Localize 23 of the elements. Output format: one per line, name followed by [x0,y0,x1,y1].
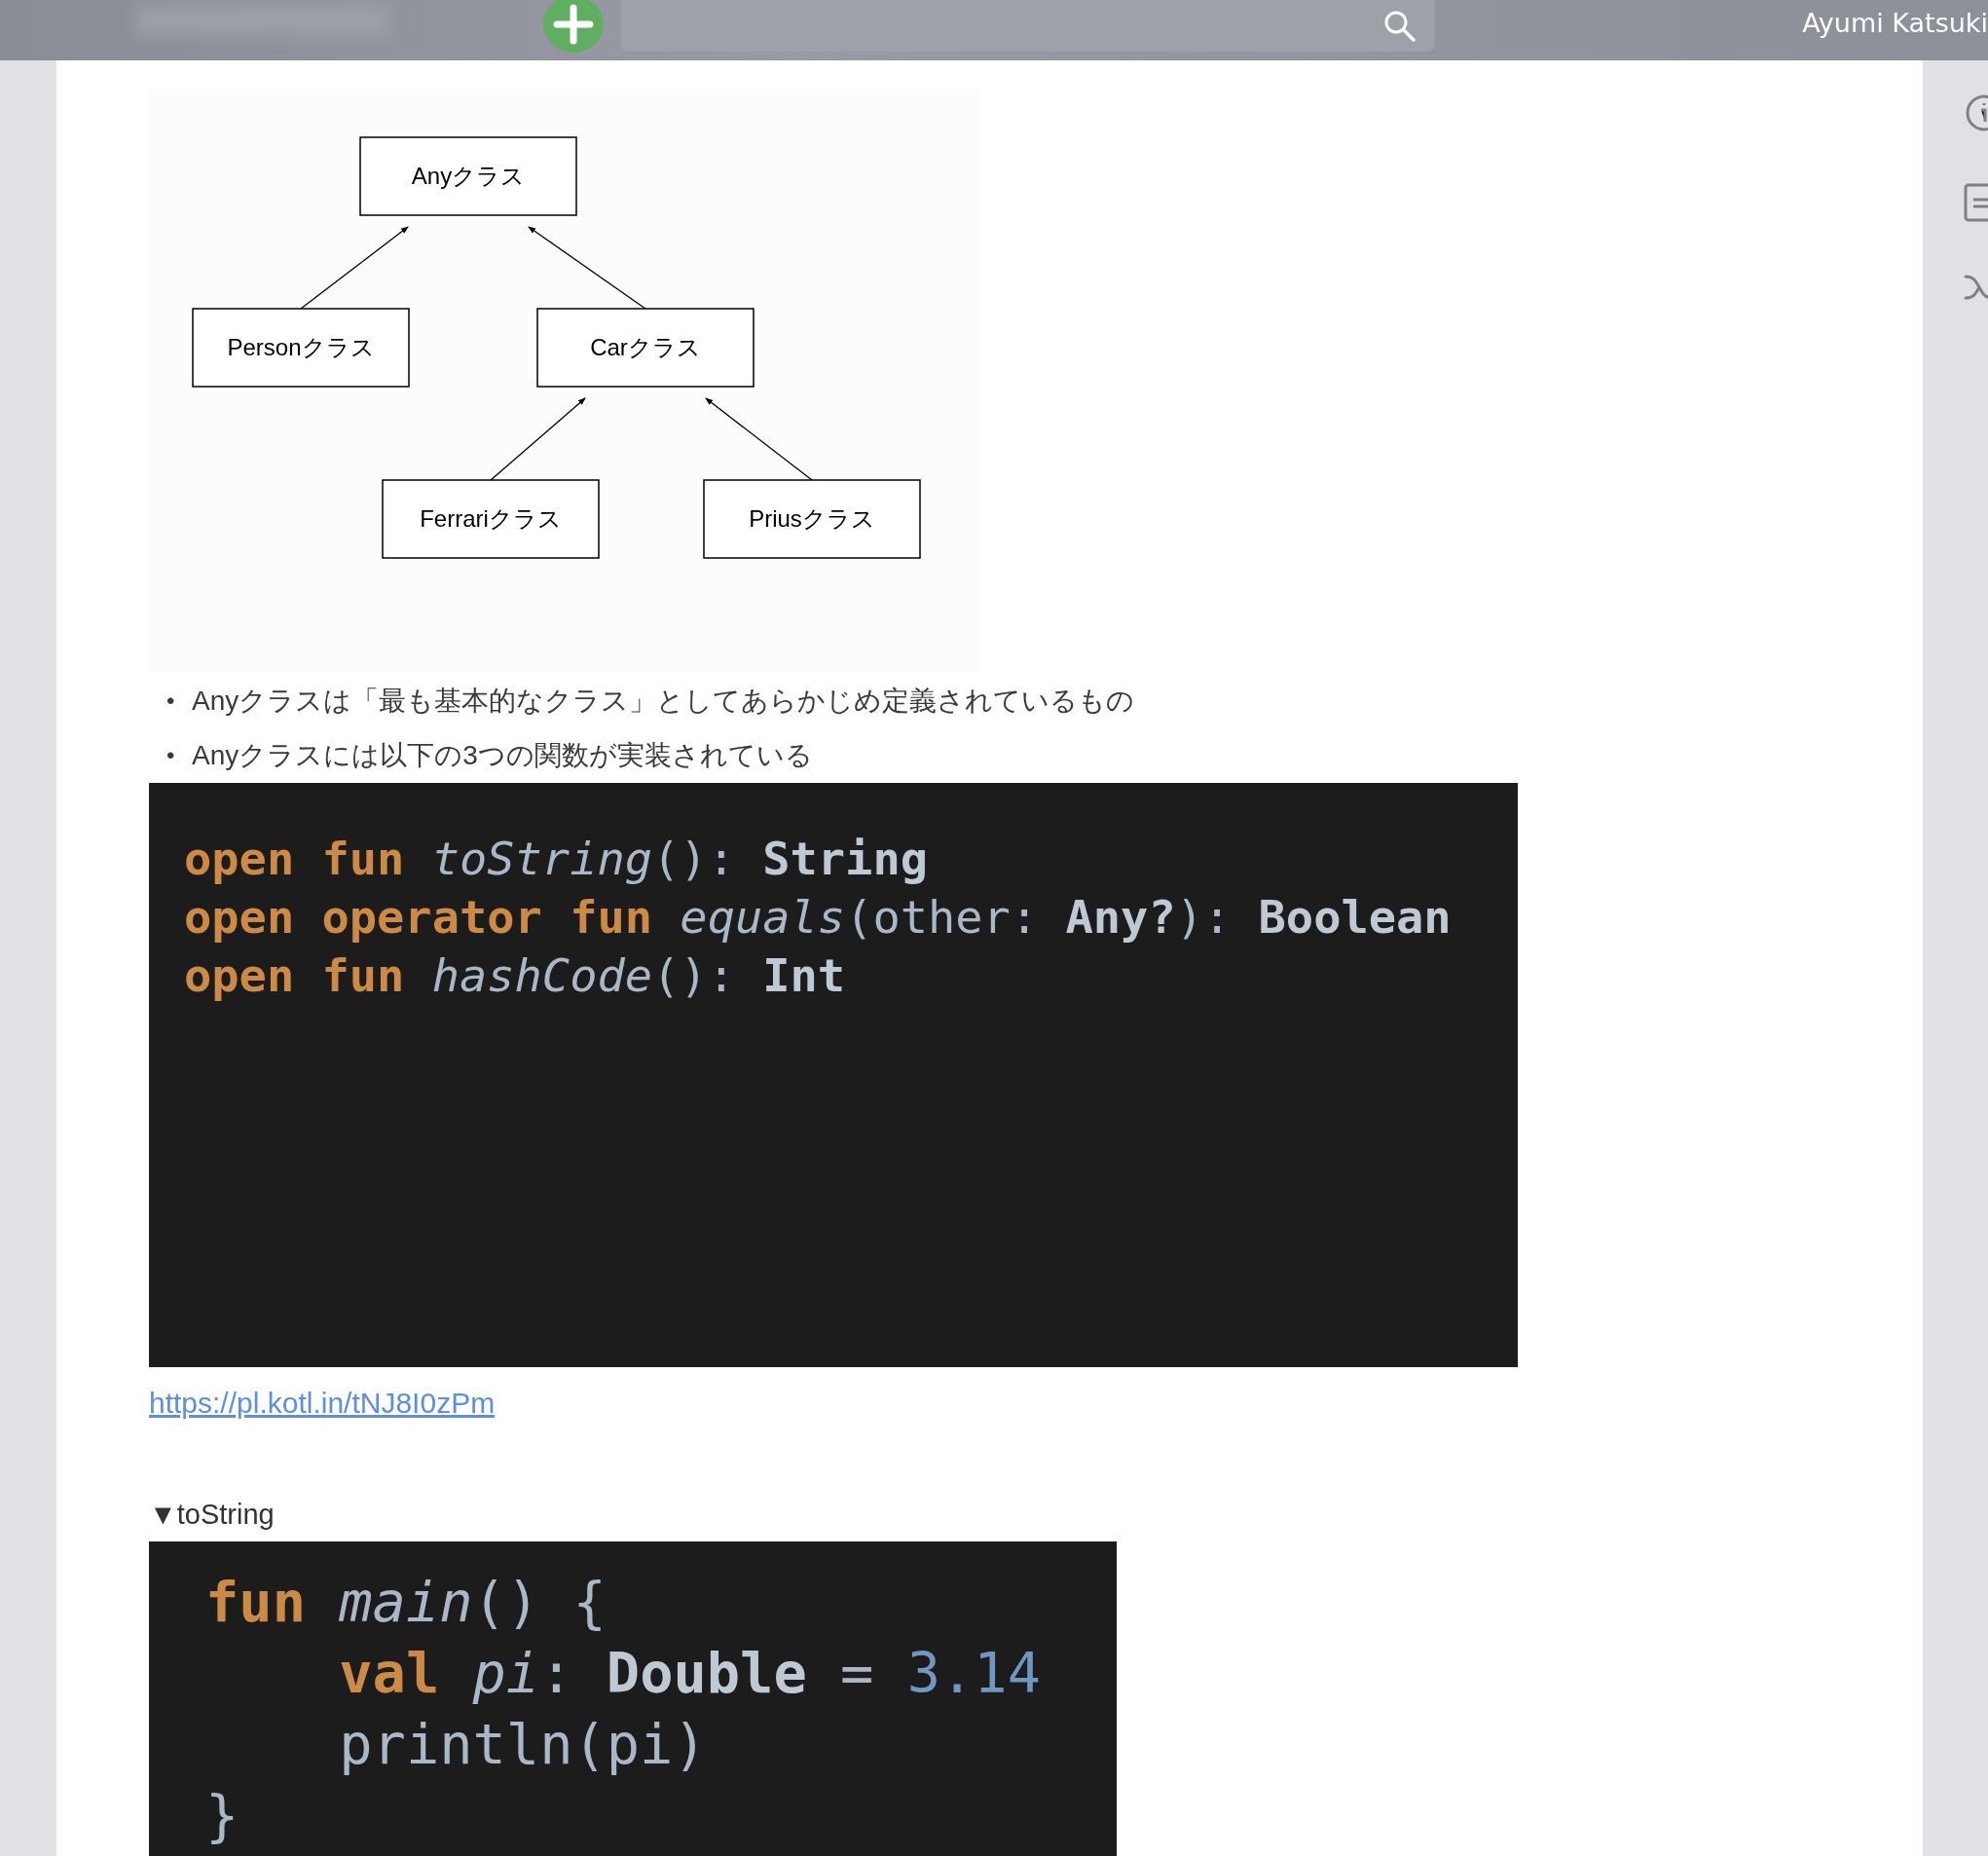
code-line: open fun hashCode(): Int [184,947,847,1004]
bullet-item: Anyクラスは「最も基本的なクラス」としてあらかじめ定義されているもの [192,685,1135,718]
class-node: Personクラス [192,308,410,388]
code-link[interactable]: https://pl.kotl.in/tNJ8I0zPm [149,1381,496,1425]
code-line: println(pi) [338,1711,708,1778]
class-node: Anyクラス [359,136,577,216]
search-field[interactable] [621,0,1435,52]
code-line: val pi: Double = 3.14 [338,1640,1042,1707]
document-icon[interactable] [1964,183,1988,222]
code-line: open fun toString(): String [184,831,929,887]
bullet-marker: • [166,687,176,716]
class-node: Priusクラス [703,479,921,559]
code-line: open operator fun equals(other: Any?): Boolean [184,889,1453,946]
class-node: Carクラス [536,308,755,388]
x-mark-icon[interactable] [1964,273,1988,302]
add-button[interactable] [543,0,604,53]
bullet-marker: • [166,741,176,770]
user-name[interactable]: Ayumi Katsuki [1802,4,1988,44]
code-line: } [205,1782,240,1849]
code-line: fun main() { [205,1569,607,1636]
details-summary[interactable]: ▼toString [149,1493,275,1536]
class-node: Ferrariクラス [382,479,600,559]
bullet-item: Anyクラスには以下の3つの関数が実装されている [192,739,813,772]
